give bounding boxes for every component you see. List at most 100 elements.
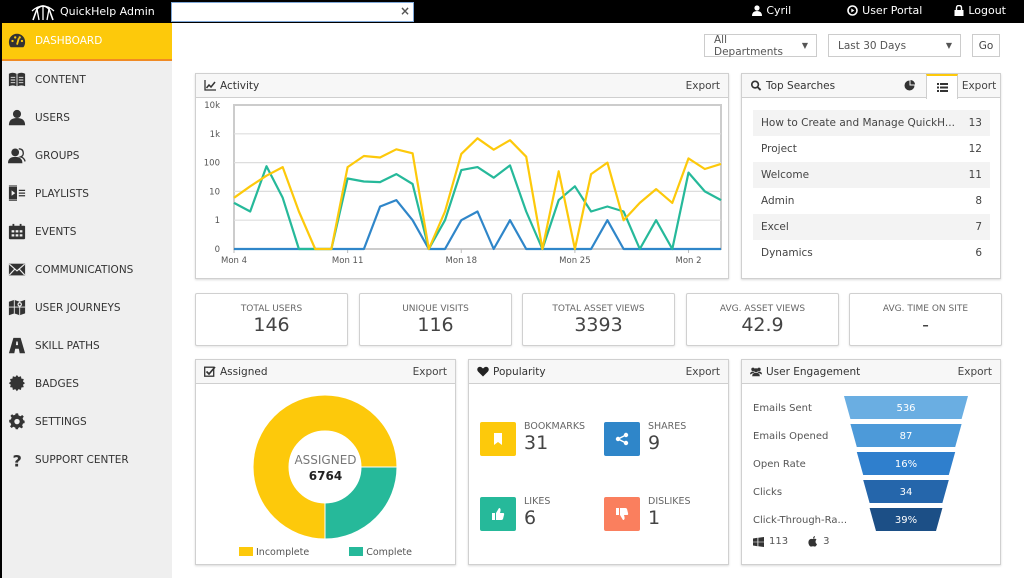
sidebar-item-label: USERS [35,112,70,124]
gear-icon [6,413,28,431]
pie-view-tab[interactable] [892,74,926,98]
kpi-card-unique-visits: UNIQUE VISITS 116 [359,293,512,346]
clear-search-icon[interactable]: × [400,4,410,18]
apple-icon [808,536,818,547]
list-view-tab[interactable] [926,73,958,99]
list-icon [936,82,948,92]
y-tick-label: 10k [204,101,220,111]
kpi-label: UNIQUE VISITS [402,304,469,314]
sidebar-item-user-journeys[interactable]: USER JOURNEYS [2,289,172,327]
sidebar-item-badges[interactable]: BADGES [2,365,172,403]
x-tick-label: Mon 11 [332,256,363,266]
search-term-row[interactable]: Project 12 [753,136,990,162]
y-tick-label: 1k [210,130,220,140]
popularity-title: Popularity [493,365,546,378]
go-button[interactable]: Go [972,34,1000,57]
thumbs-up-icon [480,497,516,531]
donut-center-label: ASSIGNED [294,453,357,467]
funnel-label: Emails Opened [753,431,828,442]
search-term-row[interactable]: How to Create and Manage QuickH... 13 [753,110,990,136]
sidebar-item-groups[interactable]: GROUPS [2,137,172,175]
y-tick-label: 1 [215,216,220,226]
sidebar-item-dashboard[interactable]: DASHBOARD [2,23,172,61]
search-term-row[interactable]: Welcome 11 [753,162,990,188]
search-input[interactable] [172,3,413,21]
user-name: Cyril [766,4,792,17]
thumbs-down-icon [604,497,640,531]
engagement-export-button[interactable]: Export [958,366,992,378]
sidebar-item-users[interactable]: USERS [2,99,172,137]
funnel-label: Emails Sent [753,403,812,414]
search-count: 12 [968,143,982,155]
calendar-icon [6,223,28,241]
popularity-export-button[interactable]: Export [686,366,720,378]
svg-text:?: ? [13,451,22,469]
brand[interactable]: QuickHelp Admin [30,2,155,21]
x-tick-label: Mon 18 [446,256,477,266]
department-select[interactable]: All Departments ▼ [704,34,817,58]
user-menu[interactable]: Cyril [752,4,791,17]
date-range-select[interactable]: Last 30 Days ▼ [828,34,961,57]
search-term-row[interactable]: Admin 8 [753,188,990,214]
popularity-shares: SHARES 9 [604,421,686,456]
sidebar-item-label: SUPPORT CENTER [35,454,129,466]
x-tick-label: Mon 25 [559,256,590,266]
activity-panel: Activity Export 0 1 10 100 1k 10k Mon 4 Mon 11 M… [195,73,729,279]
sidebar-item-communications[interactable]: COMMUNICATIONS [2,251,172,289]
search-icon [750,80,762,91]
top-bar: QuickHelp Admin × Cyril User Portal Logo… [0,0,1024,23]
legend-item-incomplete[interactable]: Incomplete [239,547,309,558]
search-term: Welcome [761,169,810,181]
legend-item-complete[interactable]: Complete [349,547,412,558]
top-searches-title: Top Searches [766,79,836,92]
search-box[interactable]: × [171,2,414,22]
top-searches-export-button[interactable]: Export [958,74,1000,98]
playlist-icon [6,185,28,203]
badge-icon [6,375,28,393]
sidebar-item-content[interactable]: CONTENT [2,61,172,99]
app-title: QuickHelp Admin [60,5,155,18]
y-tick-label: 0 [215,245,220,255]
group-icon [6,147,28,165]
sidebar-item-support-center[interactable]: ? SUPPORT CENTER [2,441,172,479]
envelope-icon [6,261,28,279]
kpi-card-avg-time-on-site: AVG. TIME ON SITE - [849,293,1002,346]
popularity-value: 6 [524,507,537,529]
kpi-label: TOTAL ASSET VIEWS [552,304,645,314]
search-count: 13 [968,117,982,129]
assigned-title: Assigned [220,365,268,378]
sidebar-item-label: USER JOURNEYS [35,302,121,314]
kpi-card-total-users: TOTAL USERS 146 [195,293,348,346]
kpi-value: 42.9 [741,314,784,336]
user-portal-link[interactable]: User Portal [847,4,922,17]
lock-icon [954,5,964,16]
assigned-export-button[interactable]: Export [413,366,447,378]
date-range-value: Last 30 Days [838,39,907,52]
sidebar-item-playlists[interactable]: PLAYLISTS [2,175,172,213]
sidebar-item-events[interactable]: EVENTS [2,213,172,251]
popularity-label: DISLIKES [648,496,691,507]
sidebar: DASHBOARD CONTENT USERS GROUPS PLAYLISTS EVEN… [0,23,172,578]
sidebar-item-skill-paths[interactable]: SKILL PATHS [2,327,172,365]
search-term: Dynamics [761,247,813,259]
kpi-label: TOTAL USERS [240,304,303,314]
activity-export-button[interactable]: Export [686,80,720,92]
road-icon [6,337,28,355]
legend-label: Complete [366,547,412,558]
logout-link[interactable]: Logout [954,4,1006,17]
logout-label: Logout [968,4,1006,17]
user-icon [6,109,28,127]
kpi-value: 116 [417,314,454,336]
kpi-label: AVG. TIME ON SITE [882,304,969,314]
dashboard-icon [6,32,28,50]
top-searches-panel: Top Searches Export How to Create and Ma… [741,73,1001,279]
sidebar-item-label: DASHBOARD [35,35,103,47]
top-searches-list: How to Create and Manage QuickH... 13 Proj… [753,110,990,266]
x-tick-label: Mon 4 [221,256,247,266]
funnel-label: Clicks [753,487,782,498]
y-tick-label: 100 [204,159,220,169]
sidebar-item-settings[interactable]: SETTINGS [2,403,172,441]
user-icon [752,5,763,16]
search-term-row[interactable]: Dynamics 6 [753,240,990,266]
search-term-row[interactable]: Excel 7 [753,214,990,240]
